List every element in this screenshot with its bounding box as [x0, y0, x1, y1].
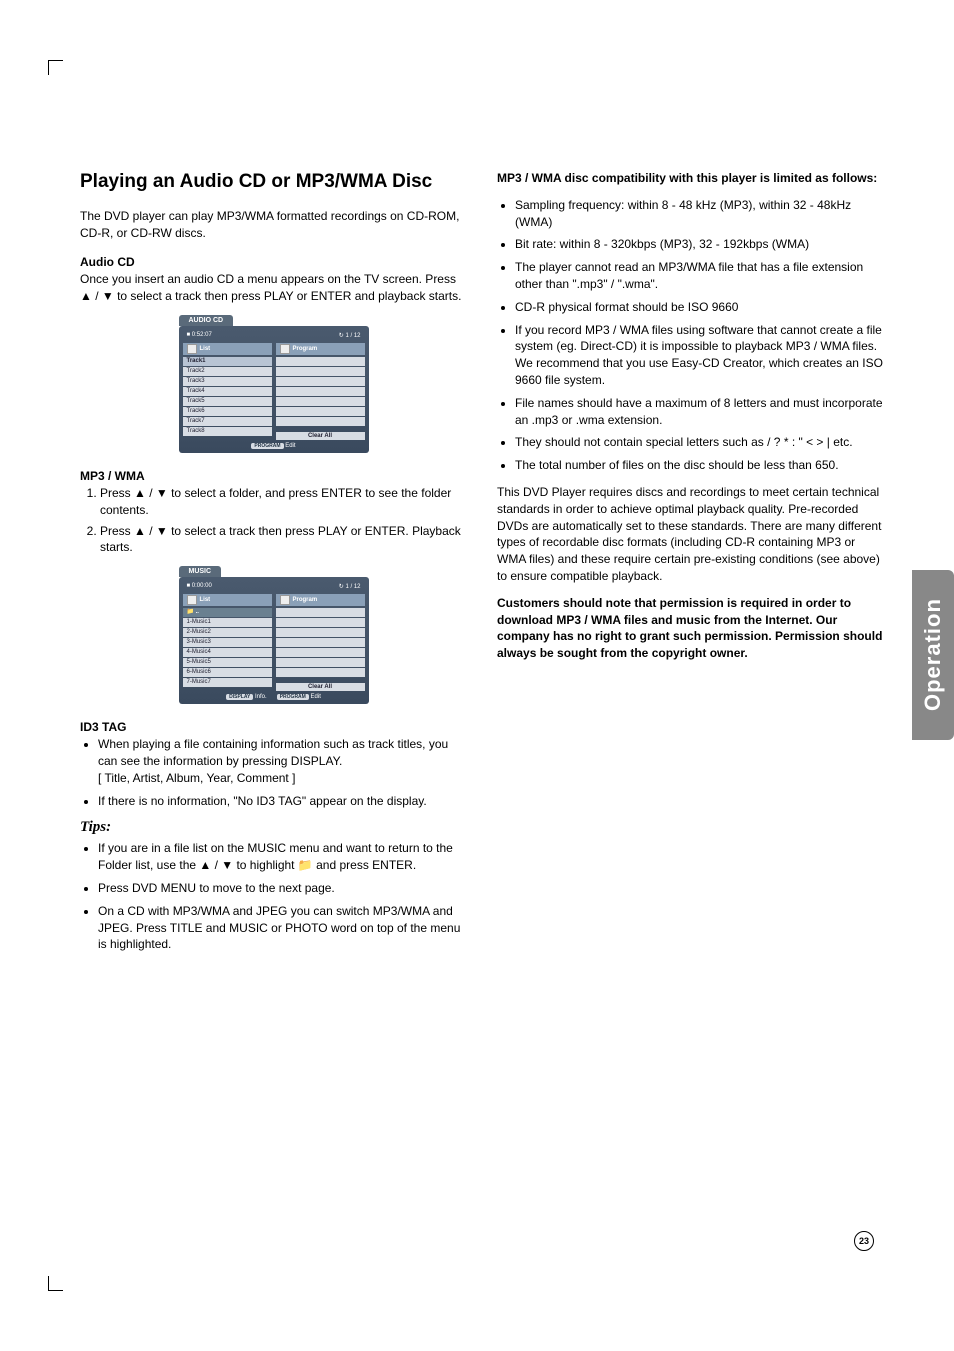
bullet-item: Press DVD MENU to move to the next page. — [98, 880, 467, 897]
program-row — [276, 417, 365, 426]
compat-bullets: Sampling frequency: within 8 - 48 kHz (M… — [497, 197, 884, 474]
section-tab: Operation — [912, 570, 954, 740]
compat-heading: MP3 / WMA disc compatibility with this p… — [497, 170, 884, 187]
program-row — [276, 377, 365, 386]
clear-all: Clear All — [276, 432, 365, 440]
list-label: List — [200, 597, 211, 603]
track-row: Track3 — [183, 377, 272, 386]
track-row: Track4 — [183, 387, 272, 396]
footer-button: DISPLAY — [226, 694, 253, 700]
tips-heading: Tips: — [80, 819, 467, 836]
menu-tab-label: MUSIC — [179, 566, 222, 577]
bullet-item: The total number of files on the disc sh… — [515, 457, 884, 474]
bullet-item: They should not contain special letters … — [515, 434, 884, 451]
bullet-item: If you are in a file list on the MUSIC m… — [98, 840, 467, 874]
id3-bullets: When playing a file containing informati… — [80, 736, 467, 809]
mp3-wma-heading: MP3 / WMA — [80, 469, 467, 483]
menu-count: 1 / 12 — [345, 584, 360, 590]
audio-cd-heading: Audio CD — [80, 255, 467, 269]
right-column: MP3 / WMA disc compatibility with this p… — [497, 170, 884, 963]
program-row — [276, 357, 365, 366]
program-row — [276, 387, 365, 396]
music-menu-illustration: MUSIC ■ 0:00:00 ↻ 1 / 12 List 📁 .. 1-Mus… — [179, 566, 369, 704]
footer-button: PROGRAM — [277, 694, 309, 700]
music-row: 5-Music5 — [183, 658, 272, 667]
two-column-layout: Playing an Audio CD or MP3/WMA Disc The … — [80, 170, 884, 963]
menu-time: 0:00:00 — [192, 583, 212, 589]
program-row — [276, 648, 365, 657]
bullet-item: CD-R physical format should be ISO 9660 — [515, 299, 884, 316]
menu-count: 1 / 12 — [345, 333, 360, 339]
program-row — [276, 668, 365, 677]
program-row — [276, 628, 365, 637]
page-number: 23 — [854, 1231, 874, 1251]
music-row: 4-Music4 — [183, 648, 272, 657]
list-label: List — [200, 346, 211, 352]
footer-text: Info. — [255, 694, 267, 700]
bullet-item: On a CD with MP3/WMA and JPEG you can sw… — [98, 903, 467, 953]
bullet-item: Sampling frequency: within 8 - 48 kHz (M… — [515, 197, 884, 231]
track-row: Track6 — [183, 407, 272, 416]
program-row — [276, 658, 365, 667]
section-title: Playing an Audio CD or MP3/WMA Disc — [80, 170, 467, 194]
left-column: Playing an Audio CD or MP3/WMA Disc The … — [80, 170, 467, 963]
crop-mark-bottom-left — [48, 1276, 63, 1291]
crop-mark-top-left — [48, 60, 63, 75]
step-item: Press ▲ / ▼ to select a track then press… — [100, 523, 467, 557]
program-label: Program — [293, 346, 318, 352]
bullet-item: Bit rate: within 8 - 320kbps (MP3), 32 -… — [515, 236, 884, 253]
clear-all: Clear All — [276, 683, 365, 691]
id3-heading: ID3 TAG — [80, 720, 467, 734]
footer-text: Edit — [311, 694, 321, 700]
track-row: Track8 — [183, 427, 272, 436]
menu-tab-label: AUDIO CD — [179, 315, 234, 326]
manual-page: Operation 23 Playing an Audio CD or MP3/… — [0, 0, 954, 1351]
program-row — [276, 638, 365, 647]
program-row — [276, 367, 365, 376]
footer-text: Edit — [285, 443, 295, 449]
program-label: Program — [293, 597, 318, 603]
program-row — [276, 608, 365, 617]
music-row: 3-Music3 — [183, 638, 272, 647]
permission-notice: Customers should note that permission is… — [497, 595, 884, 662]
mp3-steps: Press ▲ / ▼ to select a folder, and pres… — [80, 485, 467, 556]
program-row — [276, 618, 365, 627]
program-row — [276, 397, 365, 406]
track-row: Track7 — [183, 417, 272, 426]
folder-up-row: 📁 .. — [183, 608, 272, 617]
program-row — [276, 407, 365, 416]
bullet-item: If you record MP3 / WMA files using soft… — [515, 322, 884, 389]
menu-time: 0:52:07 — [192, 332, 212, 338]
tips-bullets: If you are in a file list on the MUSIC m… — [80, 840, 467, 953]
dvd-requirements-paragraph: This DVD Player requires discs and recor… — [497, 484, 884, 585]
footer-button: PROGRAM — [251, 443, 283, 449]
track-row: Track2 — [183, 367, 272, 376]
bullet-item: If there is no information, "No ID3 TAG"… — [98, 793, 467, 810]
bullet-item: The player cannot read an MP3/WMA file t… — [515, 259, 884, 293]
bullet-item: When playing a file containing informati… — [98, 736, 467, 786]
music-row: 6-Music6 — [183, 668, 272, 677]
music-row: 1-Music1 — [183, 618, 272, 627]
intro-paragraph: The DVD player can play MP3/WMA formatte… — [80, 208, 467, 242]
track-row: Track5 — [183, 397, 272, 406]
music-row: 2-Music2 — [183, 628, 272, 637]
bullet-item: File names should have a maximum of 8 le… — [515, 395, 884, 429]
music-row: 7-Music7 — [183, 678, 272, 687]
audio-cd-body: Once you insert an audio CD a menu appea… — [80, 271, 467, 305]
step-item: Press ▲ / ▼ to select a folder, and pres… — [100, 485, 467, 519]
track-row: Track1 — [183, 357, 272, 366]
audio-cd-menu-illustration: AUDIO CD ■ 0:52:07 ↻ 1 / 12 List Track1 … — [179, 315, 369, 453]
